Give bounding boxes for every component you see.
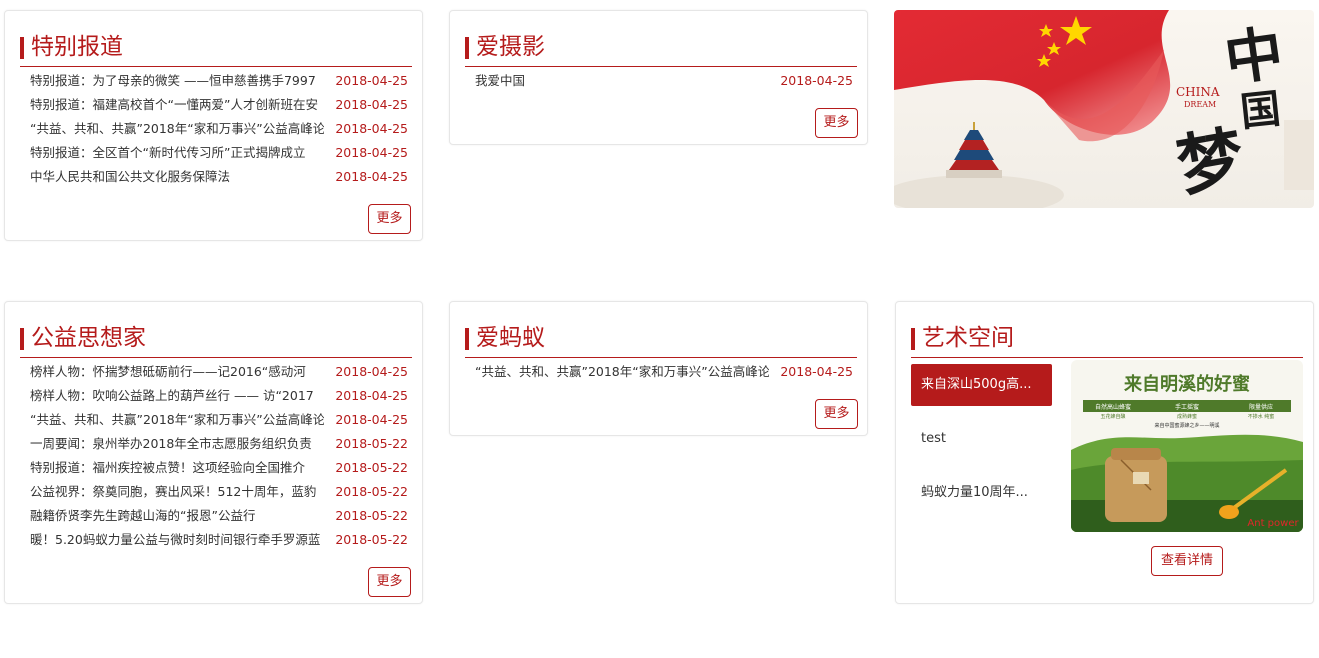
news-date: 2018-04-25 xyxy=(335,145,408,160)
public-thinker-list: 榜样人物：怀揣梦想砥砺前行——记2016“感动河 2018-04-25 榜样人物：… xyxy=(30,360,408,552)
love-ant-list: “共益、共和、共赢”2018年“家和万事兴”公益高峰论 2018-04-25 xyxy=(475,360,853,384)
special-report-card: 特别报道 特别报道：为了母亲的微笑 ——恒申慈善携手7997 2018-04-25… xyxy=(4,10,423,241)
news-date: 2018-04-25 xyxy=(335,121,408,136)
title-accent-bar xyxy=(465,37,469,59)
news-date: 2018-04-25 xyxy=(335,97,408,112)
svg-text:DREAM: DREAM xyxy=(1184,100,1216,109)
public-thinker-title: 公益思想家 xyxy=(31,325,146,351)
list-item[interactable]: “共益、共和、共赢”2018年“家和万事兴”公益高峰论 2018-04-25 xyxy=(30,117,408,141)
photography-header: 爱摄影 xyxy=(465,21,857,67)
svg-text:五花蜂自酿: 五花蜂自酿 xyxy=(1100,413,1125,420)
more-button[interactable]: 更多 xyxy=(815,108,858,138)
news-date: 2018-04-25 xyxy=(335,388,408,403)
svg-text:国: 国 xyxy=(1238,85,1283,136)
list-item[interactable]: 特别报道：福建高校首个“一懂两爱”人才创新班在安 2018-04-25 xyxy=(30,93,408,117)
list-item[interactable]: 公益视界：祭奠同胞，赛出风采！512十周年，蓝豹 2018-05-22 xyxy=(30,480,408,504)
view-details-button[interactable]: 查看详情 xyxy=(1151,546,1223,576)
love-ant-header: 爱蚂蚁 xyxy=(465,312,857,358)
news-title[interactable]: 特别报道：为了母亲的微笑 ——恒申慈善携手7997 xyxy=(30,69,324,93)
svg-text:来自中国蜜源蜂之乡——明溪: 来自中国蜜源蜂之乡——明溪 xyxy=(1154,422,1219,429)
news-title[interactable]: 榜样人物：怀揣梦想砥砺前行——记2016“感动河 xyxy=(30,360,324,384)
list-item[interactable]: 榜样人物：吹响公益路上的葫芦丝行 —— 访“2017 2018-04-25 xyxy=(30,384,408,408)
list-item[interactable]: 特别报道：全区首个“新时代传习所”正式揭牌成立 2018-04-25 xyxy=(30,141,408,165)
news-date: 2018-04-25 xyxy=(335,73,408,88)
honey-jar-shape xyxy=(1105,448,1167,522)
list-item[interactable]: 中华人民共和国公共文化服务保障法 2018-04-25 xyxy=(30,165,408,189)
news-title[interactable]: 特别报道：福建高校首个“一懂两爱”人才创新班在安 xyxy=(30,93,324,117)
more-button[interactable]: 更多 xyxy=(368,567,411,597)
news-title[interactable]: 榜样人物：吹响公益路上的葫芦丝行 —— 访“2017 xyxy=(30,384,324,408)
svg-text:来自明溪的好蜜: 来自明溪的好蜜 xyxy=(1123,373,1250,395)
news-date: 2018-05-22 xyxy=(335,508,408,523)
special-report-title: 特别报道 xyxy=(31,34,123,60)
news-title[interactable]: 公益视界：祭奠同胞，赛出风采！512十周年，蓝豹 xyxy=(30,480,324,504)
love-ant-title: 爱蚂蚁 xyxy=(476,325,545,351)
list-item[interactable]: 榜样人物：怀揣梦想砥砺前行——记2016“感动河 2018-04-25 xyxy=(30,360,408,384)
news-date: 2018-05-22 xyxy=(335,484,408,499)
photography-title: 爱摄影 xyxy=(476,34,545,60)
list-item[interactable]: 暖！5.20蚂蚁力量公益与微时刻时间银行牵手罗源蓝 2018-05-22 xyxy=(30,528,408,552)
art-space-title: 艺术空间 xyxy=(922,325,1014,351)
news-title[interactable]: 我爱中国 xyxy=(475,69,769,93)
title-accent-bar xyxy=(20,37,24,59)
title-accent-bar xyxy=(465,328,469,350)
more-button[interactable]: 更多 xyxy=(368,204,411,234)
title-accent-bar xyxy=(20,328,24,350)
list-item[interactable]: 融籍侨贤李先生跨越山海的“报恩”公益行 2018-05-22 xyxy=(30,504,408,528)
news-title[interactable]: 特别报道：全区首个“新时代传习所”正式揭牌成立 xyxy=(30,141,324,165)
news-date: 2018-04-25 xyxy=(335,364,408,379)
art-space-header: 艺术空间 xyxy=(911,312,1303,358)
svg-text:CHINA: CHINA xyxy=(1176,85,1220,99)
special-report-list: 特别报道：为了母亲的微笑 ——恒申慈善携手7997 2018-04-25 特别报道… xyxy=(30,69,408,189)
photography-list: 我爱中国 2018-04-25 xyxy=(475,69,853,93)
list-item[interactable]: “共益、共和、共赢”2018年“家和万事兴”公益高峰论 2018-04-25 xyxy=(30,408,408,432)
photography-card: 爱摄影 我爱中国 2018-04-25 更多 xyxy=(449,10,868,145)
list-item[interactable]: 特别报道：为了母亲的微笑 ——恒申慈善携手7997 2018-04-25 xyxy=(30,69,408,93)
news-date: 2018-05-22 xyxy=(335,436,408,451)
news-title[interactable]: 融籍侨贤李先生跨越山海的“报恩”公益行 xyxy=(30,504,324,528)
svg-text:自然高山蜂蜜: 自然高山蜂蜜 xyxy=(1095,403,1131,411)
news-date: 2018-04-25 xyxy=(780,364,853,379)
svg-text:中: 中 xyxy=(1220,18,1287,93)
svg-text:Ant power: Ant power xyxy=(1247,518,1299,529)
china-dream-illustration: CHINA DREAM 中 国 梦 xyxy=(894,10,1314,208)
svg-text:手工摇蜜: 手工摇蜜 xyxy=(1175,403,1199,411)
art-space-card: 艺术空间 来自深山500g高... test 蚂蚁力量10周年... 来自明溪的… xyxy=(895,301,1314,604)
news-title[interactable]: 中华人民共和国公共文化服务保障法 xyxy=(30,165,324,189)
news-title[interactable]: “共益、共和、共赢”2018年“家和万事兴”公益高峰论 xyxy=(475,360,769,384)
list-item[interactable]: “共益、共和、共赢”2018年“家和万事兴”公益高峰论 2018-04-25 xyxy=(475,360,853,384)
svg-text:梦: 梦 xyxy=(1171,117,1250,205)
list-item[interactable]: 一周要闻：泉州举办2018年全市志愿服务组织负责 2018-05-22 xyxy=(30,432,408,456)
title-accent-bar xyxy=(911,328,915,350)
news-title[interactable]: “共益、共和、共赢”2018年“家和万事兴”公益高峰论 xyxy=(30,408,324,432)
art-tab-anniversary[interactable]: 蚂蚁力量10周年... xyxy=(911,472,1052,514)
honey-illustration: 来自明溪的好蜜 自然高山蜂蜜 手工摇蜜 限量供应 五花蜂自酿 成熟蜂蜜 不掺水 … xyxy=(1071,360,1303,532)
special-report-header: 特别报道 xyxy=(20,21,412,67)
news-title[interactable]: 特别报道：福州疾控被点赞！这项经验向全国推介 xyxy=(30,456,324,480)
public-thinker-header: 公益思想家 xyxy=(20,312,412,358)
art-tab-honey[interactable]: 来自深山500g高... xyxy=(911,364,1052,406)
news-date: 2018-04-25 xyxy=(335,169,408,184)
news-date: 2018-05-22 xyxy=(335,460,408,475)
news-title[interactable]: “共益、共和、共赢”2018年“家和万事兴”公益高峰论 xyxy=(30,117,324,141)
list-item[interactable]: 特别报道：福州疾控被点赞！这项经验向全国推介 2018-05-22 xyxy=(30,456,408,480)
art-tab-test[interactable]: test xyxy=(911,418,1052,460)
news-date: 2018-05-22 xyxy=(335,532,408,547)
svg-text:成熟蜂蜜: 成熟蜂蜜 xyxy=(1177,413,1197,420)
news-date: 2018-04-25 xyxy=(780,73,853,88)
list-item[interactable]: 我爱中国 2018-04-25 xyxy=(475,69,853,93)
honey-product-image[interactable]: 来自明溪的好蜜 自然高山蜂蜜 手工摇蜜 限量供应 五花蜂自酿 成熟蜂蜜 不掺水 … xyxy=(1071,360,1303,532)
news-title[interactable]: 一周要闻：泉州举办2018年全市志愿服务组织负责 xyxy=(30,432,324,456)
love-ant-card: 爱蚂蚁 “共益、共和、共赢”2018年“家和万事兴”公益高峰论 2018-04-2… xyxy=(449,301,868,436)
news-date: 2018-04-25 xyxy=(335,412,408,427)
public-thinker-card: 公益思想家 榜样人物：怀揣梦想砥砺前行——记2016“感动河 2018-04-25… xyxy=(4,301,423,604)
news-title[interactable]: 暖！5.20蚂蚁力量公益与微时刻时间银行牵手罗源蓝 xyxy=(30,528,324,552)
china-dream-banner[interactable]: CHINA DREAM 中 国 梦 xyxy=(894,10,1314,208)
svg-text:限量供应: 限量供应 xyxy=(1249,403,1273,411)
more-button[interactable]: 更多 xyxy=(815,399,858,429)
svg-text:不掺水 纯蜜: 不掺水 纯蜜 xyxy=(1248,413,1275,420)
